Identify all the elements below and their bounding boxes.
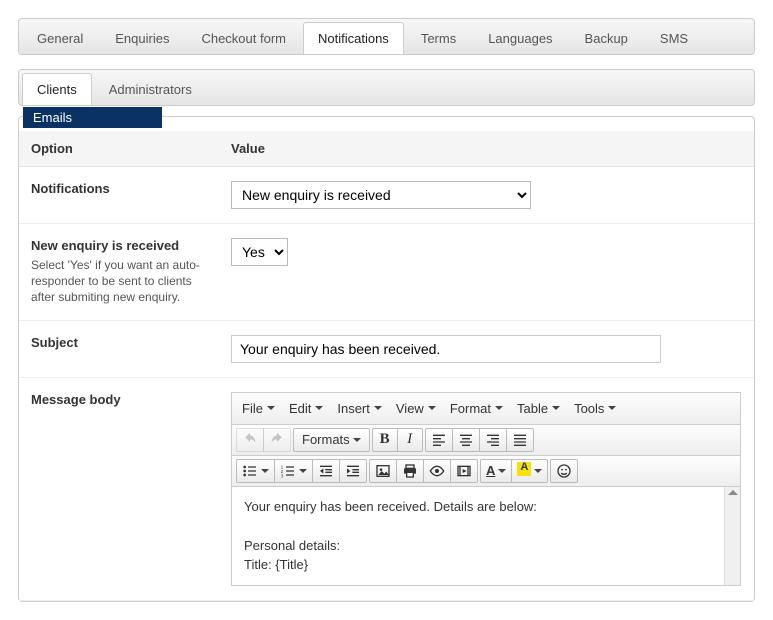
print-icon — [402, 463, 418, 479]
tab-backup[interactable]: Backup — [570, 22, 643, 54]
indent-icon — [345, 463, 361, 479]
tab-general[interactable]: General — [22, 22, 98, 54]
image-button[interactable] — [369, 459, 397, 483]
tab-clients[interactable]: Clients — [22, 73, 92, 105]
tab-administrators[interactable]: Administrators — [94, 73, 207, 105]
italic-icon: I — [407, 431, 412, 448]
secondary-tabs: Clients Administrators — [18, 69, 755, 106]
caret-icon — [495, 406, 503, 410]
formats-button[interactable]: Formats — [293, 428, 370, 452]
align-center-button[interactable] — [452, 428, 480, 452]
bg-color-button[interactable]: A — [511, 459, 548, 483]
menu-edit[interactable]: Edit — [283, 396, 329, 421]
row-notifications: Notifications New enquiry is received — [19, 167, 754, 224]
preview-button[interactable] — [423, 459, 451, 483]
tab-sms[interactable]: SMS — [645, 22, 703, 54]
label-subject: Subject — [31, 335, 207, 350]
editor-scrollbar[interactable] — [724, 487, 740, 585]
tab-terms[interactable]: Terms — [406, 22, 471, 54]
align-right-icon — [485, 432, 501, 448]
emoticon-button[interactable] — [550, 459, 578, 483]
menu-insert[interactable]: Insert — [331, 396, 388, 421]
editor-content[interactable]: Your enquiry has been received. Details … — [232, 487, 724, 585]
italic-button[interactable]: I — [397, 428, 423, 452]
bullet-list-button[interactable] — [236, 459, 275, 483]
tab-enquiries[interactable]: Enquiries — [100, 22, 184, 54]
col-option: Option — [19, 131, 219, 167]
caret-icon — [315, 406, 323, 410]
desc-new-enquiry: Select 'Yes' if you want an auto-respond… — [31, 257, 207, 306]
align-justify-button[interactable] — [506, 428, 534, 452]
text-color-button[interactable]: A — [480, 459, 512, 483]
rich-text-editor: File Edit Insert View Format Table Tools — [231, 392, 741, 586]
tab-checkout-form[interactable]: Checkout form — [186, 22, 301, 54]
media-button[interactable] — [450, 459, 478, 483]
row-new-enquiry: New enquiry is received Select 'Yes' if … — [19, 224, 754, 321]
align-justify-icon — [512, 432, 528, 448]
caret-icon — [428, 406, 436, 410]
align-center-icon — [458, 432, 474, 448]
image-icon — [375, 463, 391, 479]
label-notifications: Notifications — [31, 181, 207, 196]
eye-icon — [429, 463, 445, 479]
menu-tools[interactable]: Tools — [568, 396, 622, 421]
editor-toolbar-1: Formats B I — [232, 425, 740, 456]
print-button[interactable] — [396, 459, 424, 483]
caret-icon — [498, 469, 506, 473]
menu-file[interactable]: File — [236, 396, 281, 421]
caret-icon — [534, 469, 542, 473]
scroll-up-icon — [728, 490, 738, 495]
primary-tabs: General Enquiries Checkout form Notifica… — [18, 18, 755, 55]
number-list-icon: 123 — [280, 463, 296, 479]
align-left-button[interactable] — [425, 428, 453, 452]
subject-input[interactable] — [231, 335, 661, 363]
align-left-icon — [431, 432, 447, 448]
label-message-body: Message body — [31, 392, 207, 407]
caret-icon — [299, 469, 307, 473]
media-icon — [456, 463, 472, 479]
label-new-enquiry: New enquiry is received — [31, 238, 207, 253]
caret-icon — [552, 406, 560, 410]
tab-languages[interactable]: Languages — [473, 22, 567, 54]
caret-icon — [261, 469, 269, 473]
svg-text:3: 3 — [281, 473, 284, 478]
row-message-body: Message body File Edit Insert View Forma… — [19, 377, 754, 600]
smiley-icon — [556, 463, 572, 479]
number-list-button[interactable]: 123 — [274, 459, 313, 483]
undo-button[interactable] — [236, 428, 264, 452]
bullet-list-icon — [242, 463, 258, 479]
menu-table[interactable]: Table — [511, 396, 566, 421]
bold-icon: B — [380, 431, 390, 448]
fieldset-legend: Emails — [23, 107, 162, 128]
editor-menubar: File Edit Insert View Format Table Tools — [232, 393, 740, 425]
caret-icon — [374, 406, 382, 410]
undo-icon — [242, 432, 258, 448]
menu-view[interactable]: View — [390, 396, 442, 421]
emails-fieldset: Emails Option Value Notifications New en… — [18, 116, 755, 602]
menu-format[interactable]: Format — [444, 396, 509, 421]
bold-button[interactable]: B — [372, 428, 398, 452]
editor-toolbar-2: 123 A — [232, 456, 740, 487]
caret-icon — [608, 406, 616, 410]
new-enquiry-select[interactable]: Yes — [231, 238, 288, 266]
caret-icon — [353, 438, 361, 442]
outdent-icon — [318, 463, 334, 479]
notifications-select[interactable]: New enquiry is received — [231, 181, 531, 209]
indent-button[interactable] — [339, 459, 367, 483]
redo-button[interactable] — [263, 428, 291, 452]
caret-icon — [267, 406, 275, 410]
align-right-button[interactable] — [479, 428, 507, 452]
settings-table: Option Value Notifications New enquiry i… — [19, 131, 754, 601]
redo-icon — [269, 432, 285, 448]
col-value: Value — [219, 131, 754, 167]
row-subject: Subject — [19, 320, 754, 377]
tab-notifications[interactable]: Notifications — [303, 22, 404, 54]
outdent-button[interactable] — [312, 459, 340, 483]
